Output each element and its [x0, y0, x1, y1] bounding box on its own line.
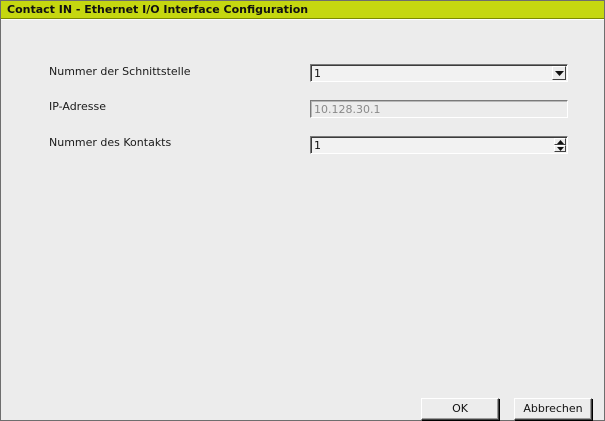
- dialog-body: Nummer der Schnittstelle 1 IP-Adresse 10…: [1, 19, 604, 420]
- ok-button[interactable]: OK: [421, 398, 499, 420]
- ip-address-label: IP-Adresse: [49, 100, 106, 113]
- cancel-button[interactable]: Abbrechen: [514, 398, 592, 420]
- interface-number-value: 1: [314, 67, 321, 80]
- config-dialog: Contact IN - Ethernet I/O Interface Conf…: [0, 0, 605, 421]
- contact-number-stepper[interactable]: 1: [310, 136, 568, 154]
- interface-number-select[interactable]: 1: [310, 64, 568, 82]
- spin-up-icon[interactable]: [554, 138, 566, 145]
- spinner-control: [554, 138, 566, 152]
- spin-down-icon[interactable]: [554, 145, 566, 152]
- chevron-down-icon[interactable]: [552, 66, 566, 80]
- contact-number-value: 1: [314, 139, 321, 152]
- contact-number-label: Nummer des Kontakts: [49, 136, 172, 149]
- dialog-title: Contact IN - Ethernet I/O Interface Conf…: [1, 1, 604, 19]
- interface-number-label: Nummer der Schnittstelle: [49, 65, 191, 78]
- ip-address-field: 10.128.30.1: [310, 100, 568, 118]
- ip-address-value: 10.128.30.1: [314, 103, 381, 116]
